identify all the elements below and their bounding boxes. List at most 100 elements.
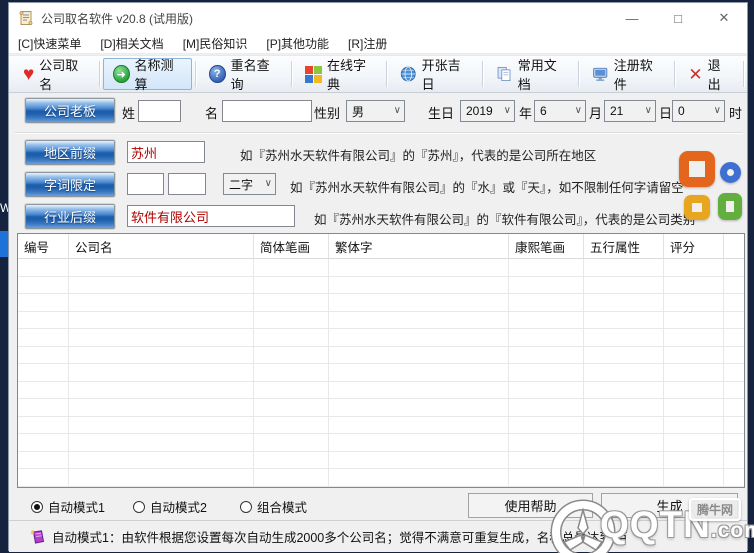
menu-quick[interactable]: [C]快速菜单 — [18, 35, 81, 52]
window-controls: — □ ✕ — [609, 3, 747, 33]
table-row[interactable] — [18, 329, 744, 347]
results-table[interactable]: 编号 公司名 简体笔画 繁体字 康熙笔画 五行属性 评分 — [17, 233, 745, 488]
surname-input[interactable] — [138, 100, 181, 122]
status-text: 自动模式1：由软件根据您设置每次自动生成2000多个公司名；觉得不满意可重复生成… — [52, 531, 628, 545]
column-header-five-elements[interactable]: 五行属性 — [584, 234, 664, 258]
table-cell — [724, 259, 744, 276]
table-row[interactable] — [18, 451, 744, 469]
table-cell — [69, 434, 254, 451]
minimize-button[interactable]: — — [609, 3, 655, 33]
column-header-simplified-strokes[interactable]: 简体笔画 — [254, 234, 329, 258]
table-cell — [329, 346, 509, 363]
given-name-input[interactable] — [222, 100, 312, 122]
radio-auto-mode-1[interactable]: 自动模式1 — [31, 497, 105, 516]
toolbar-company-naming-button[interactable]: ♥ 公司取名 — [13, 58, 96, 92]
table-cell — [584, 259, 664, 276]
table-cell — [69, 451, 254, 468]
column-header-traditional[interactable]: 繁体字 — [329, 234, 509, 258]
close-button[interactable]: ✕ — [701, 3, 747, 33]
region-input[interactable] — [127, 141, 205, 163]
menu-folklore[interactable]: [M]民俗知识 — [183, 35, 248, 52]
table-row[interactable] — [18, 259, 744, 277]
day-select[interactable]: 21 ∨ — [604, 100, 656, 122]
column-header-number[interactable]: 编号 — [18, 234, 69, 258]
toolbar-separator — [386, 61, 388, 87]
word-limit-button[interactable]: 字词限定 — [25, 172, 115, 197]
table-cell — [254, 399, 329, 416]
table-cell — [69, 399, 254, 416]
word-count-select[interactable]: 二字 ∨ — [223, 173, 276, 195]
word1-input[interactable] — [127, 173, 164, 195]
radio-combo-mode[interactable]: 组合模式 — [240, 497, 307, 516]
table-cell — [664, 329, 724, 346]
table-cell — [724, 294, 744, 311]
year-value: 2019 — [466, 104, 493, 118]
table-cell — [254, 364, 329, 381]
menu-docs[interactable]: [D]相关文档 — [100, 35, 163, 52]
table-cell — [664, 381, 724, 398]
industry-suffix-button[interactable]: 行业后缀 — [25, 204, 115, 229]
table-row[interactable] — [18, 276, 744, 294]
table-row[interactable] — [18, 469, 744, 487]
gender-select[interactable]: 男 ∨ — [346, 100, 405, 122]
year-select[interactable]: 2019 ∨ — [460, 100, 515, 122]
table-cell — [69, 469, 254, 486]
toolbar-exit-button[interactable]: ✕ 退出 — [678, 58, 740, 92]
maximize-button[interactable]: □ — [655, 3, 701, 33]
column-header-kangxi-strokes[interactable]: 康熙笔画 — [509, 234, 584, 258]
radio-auto-mode-2[interactable]: 自动模式2 — [133, 497, 207, 516]
radio-icon — [133, 500, 145, 513]
office-logo — [679, 149, 745, 229]
table-cell — [69, 416, 254, 433]
table-cell — [18, 451, 69, 468]
table-row[interactable] — [18, 311, 744, 329]
column-header-spacer — [724, 234, 744, 258]
office-logo-yellow-shape — [684, 195, 710, 220]
table-cell — [664, 451, 724, 468]
table-row[interactable] — [18, 381, 744, 399]
table-cell — [18, 329, 69, 346]
menu-register[interactable]: [R]注册 — [348, 35, 387, 52]
toolbar-common-docs-button[interactable]: 常用文档 — [486, 58, 575, 92]
table-cell — [509, 381, 584, 398]
toolbar-online-dictionary-button[interactable]: 在线字典 — [295, 58, 383, 92]
table-cell — [18, 381, 69, 398]
help-button[interactable]: 使用帮助 — [468, 493, 593, 518]
table-row[interactable] — [18, 346, 744, 364]
toolbar-opening-date-button[interactable]: 开张吉日 — [390, 58, 479, 92]
column-header-company-name[interactable]: 公司名 — [69, 234, 254, 258]
company-owner-button[interactable]: 公司老板 — [25, 98, 115, 123]
table-row[interactable] — [18, 416, 744, 434]
word2-input[interactable] — [168, 173, 206, 195]
table-cell — [69, 259, 254, 276]
generate-button[interactable]: 生成 — [601, 493, 738, 518]
toolbar-duplicate-check-button[interactable]: ? 重名查询 — [199, 58, 288, 92]
table-cell — [329, 469, 509, 486]
column-header-score[interactable]: 评分 — [664, 234, 724, 258]
table-cell — [69, 294, 254, 311]
day-value: 21 — [610, 104, 624, 118]
heart-icon: ♥ — [23, 63, 35, 85]
table-row[interactable] — [18, 294, 744, 312]
toolbar-name-calc-button[interactable]: ➜ 名称测算 — [102, 58, 193, 92]
table-cell — [724, 364, 744, 381]
background-letter: W, — [0, 201, 8, 215]
industry-hint: 如『苏州水天软件有限公司』的『软件有限公司』，代表的是公司类别 — [314, 213, 696, 227]
table-cell — [664, 416, 724, 433]
table-cell — [509, 276, 584, 293]
toolbar-register-software-button[interactable]: 注册软件 — [582, 58, 671, 92]
table-cell — [18, 346, 69, 363]
month-select[interactable]: 6 ∨ — [534, 100, 586, 122]
table-cell — [584, 416, 664, 433]
menu-other[interactable]: [P]其他功能 — [266, 35, 329, 52]
table-row[interactable] — [18, 399, 744, 417]
table-row[interactable] — [18, 434, 744, 452]
industry-input[interactable] — [127, 205, 295, 227]
table-cell — [69, 276, 254, 293]
purple-book-icon — [30, 529, 45, 544]
table-cell — [724, 399, 744, 416]
hour-select[interactable]: 0 ∨ — [672, 100, 725, 122]
table-row[interactable] — [18, 364, 744, 382]
region-prefix-button[interactable]: 地区前缀 — [25, 140, 115, 165]
table-cell — [254, 434, 329, 451]
